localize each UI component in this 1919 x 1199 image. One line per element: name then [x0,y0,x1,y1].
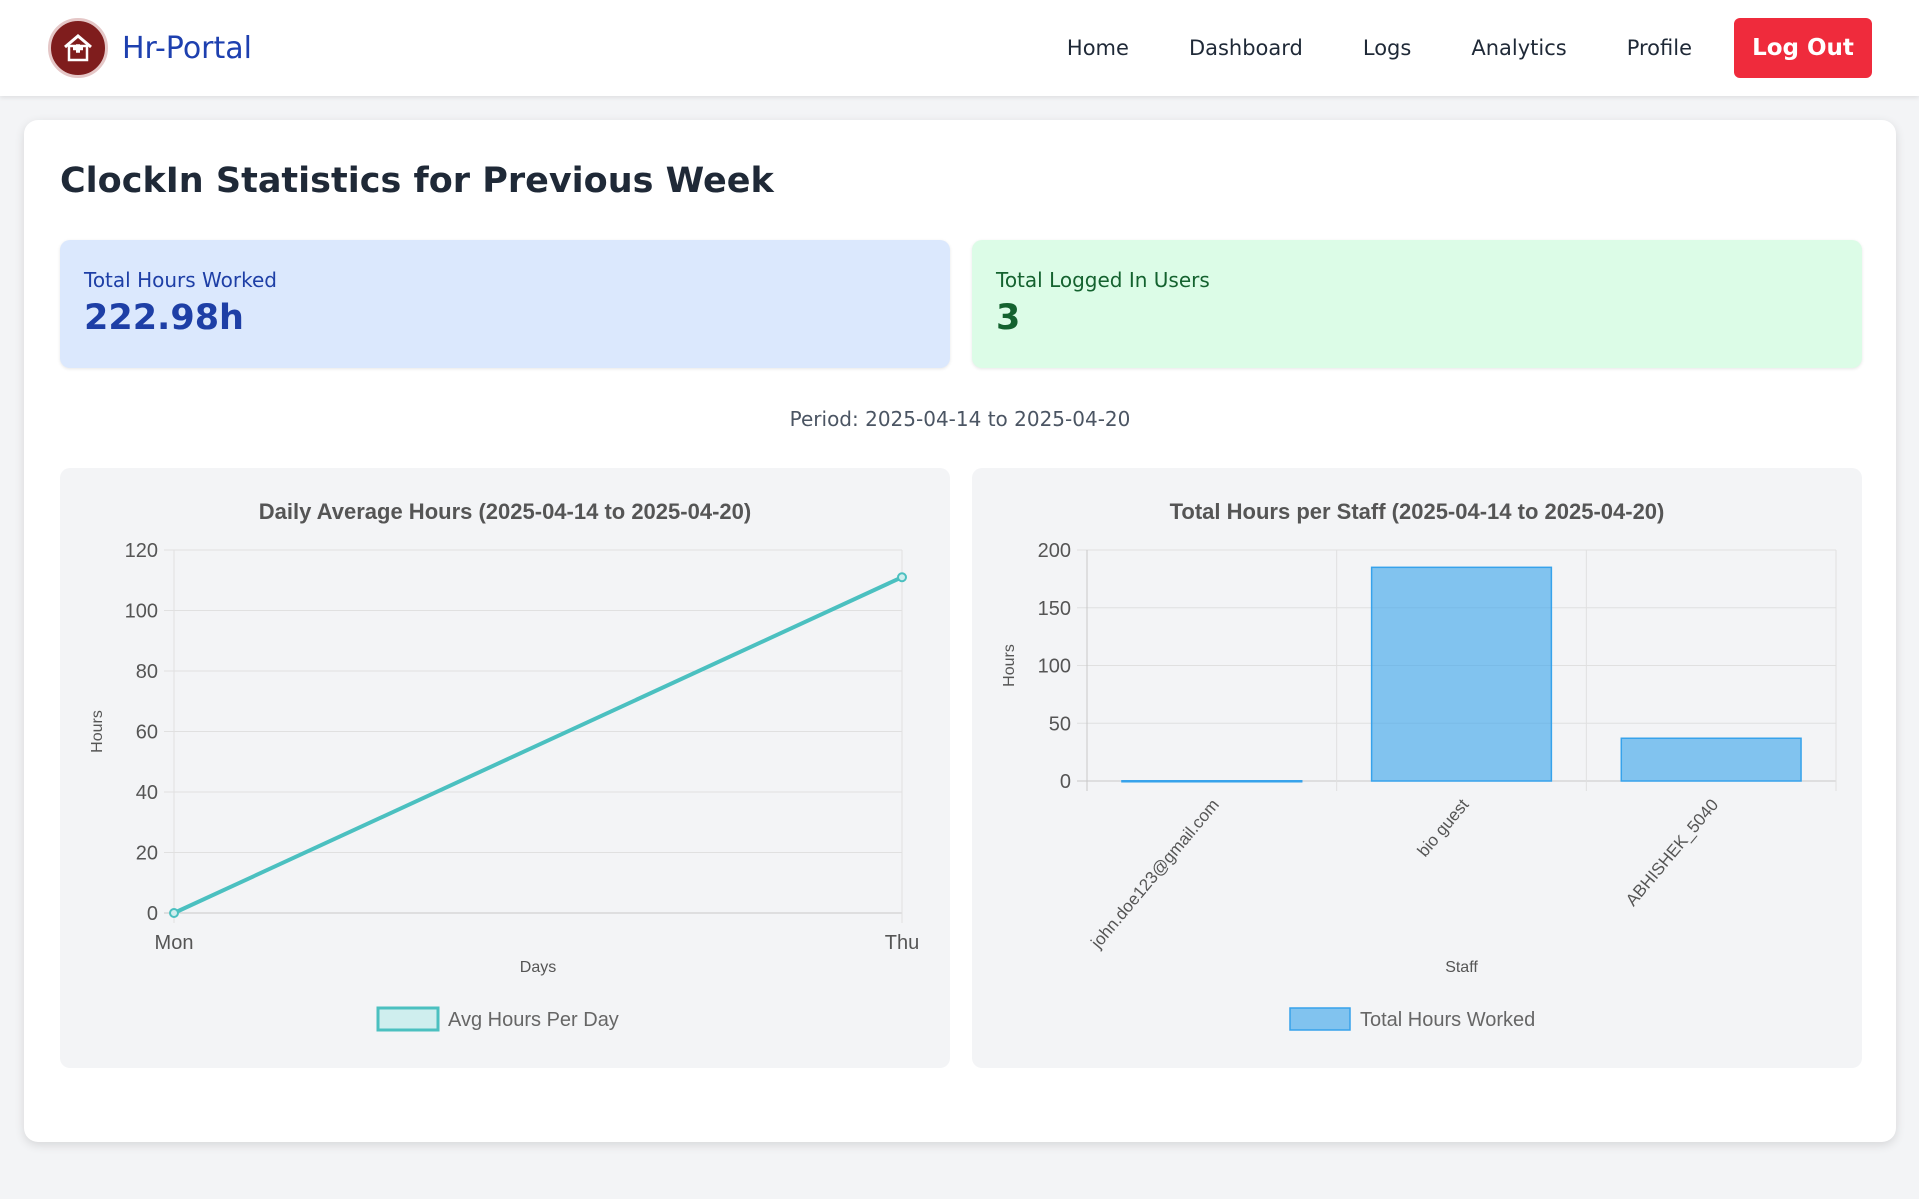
legend-swatch [1289,1007,1351,1031]
y-tick-label: 0 [1060,771,1071,793]
statistics-card: ClockIn Statistics for Previous Week Tot… [24,120,1896,1142]
chart-title: Daily Average Hours (2025-04-14 to 2025-… [259,499,751,524]
x-tick-label: john.doe123@gmail.com [1087,795,1223,952]
y-axis-label: Hours [89,710,106,753]
daily-average-line-chart: Daily Average Hours (2025-04-14 to 2025-… [89,499,919,1032]
bar [1620,737,1802,782]
nav-home-link[interactable]: Home [1067,36,1129,60]
x-tick-label: ABHISHEK_5040 [1622,795,1722,909]
legend-label: Avg Hours Per Day [448,1009,619,1031]
y-tick-label: 150 [1038,598,1071,620]
period-text: Period: 2025-04-14 to 2025-04-20 [789,407,1131,431]
total-hours-label: Total Hours Worked [84,268,277,292]
x-tick-label: Mon [155,932,194,954]
bar [1370,566,1553,782]
hospital-house-icon [48,18,108,78]
brand-name: Hr-Portal [122,30,252,66]
total-hours-card: Total Hours Worked 222.98h [60,240,950,368]
nav-links: Home Dashboard Logs Analytics Profile Lo… [1067,18,1872,78]
y-tick-label: 0 [147,903,158,925]
nav-analytics-link[interactable]: Analytics [1471,36,1566,60]
data-point [897,572,907,583]
daily-average-chart-card: Daily Average Hours (2025-04-14 to 2025-… [60,468,950,1068]
x-axis-label: Staff [1445,959,1478,976]
chart-title: Total Hours per Staff (2025-04-14 to 202… [1170,499,1665,524]
y-tick-label: 50 [1049,713,1071,735]
nav-profile-link[interactable]: Profile [1627,36,1692,60]
y-tick-label: 40 [136,782,158,804]
x-axis-label: Days [520,959,556,976]
total-hours-value: 222.98h [84,298,244,338]
logout-button[interactable]: Log Out [1734,18,1872,78]
y-tick-label: 100 [125,601,158,623]
navbar: Hr-Portal Home Dashboard Logs Analytics … [0,0,1919,96]
logged-in-users-card: Total Logged In Users 3 [972,240,1862,368]
legend-swatch [376,1006,440,1032]
y-tick-label: 200 [1038,540,1071,562]
y-tick-label: 60 [136,722,158,744]
y-tick-label: 120 [125,540,158,562]
nav-logs-link[interactable]: Logs [1363,36,1411,60]
x-tick-label: Thu [885,932,919,954]
brand[interactable]: Hr-Portal [48,18,252,78]
series-line [173,575,903,915]
y-tick-label: 80 [136,661,158,683]
bar [1121,780,1303,783]
x-tick-label: bio guest [1414,795,1473,860]
y-tick-label: 20 [136,843,158,865]
legend-label: Total Hours Worked [1360,1009,1535,1031]
nav-dashboard-link[interactable]: Dashboard [1189,36,1303,60]
staff-hours-bar-chart: Total Hours per Staff (2025-04-14 to 202… [1001,499,1837,1031]
logged-in-users-label: Total Logged In Users [996,268,1210,292]
data-point [169,908,179,918]
y-tick-label: 100 [1038,656,1071,678]
staff-hours-chart-card: Total Hours per Staff (2025-04-14 to 202… [972,468,1862,1068]
logged-in-users-value: 3 [996,298,1021,338]
y-axis-label: Hours [1001,644,1018,687]
page-title: ClockIn Statistics for Previous Week [60,161,774,201]
